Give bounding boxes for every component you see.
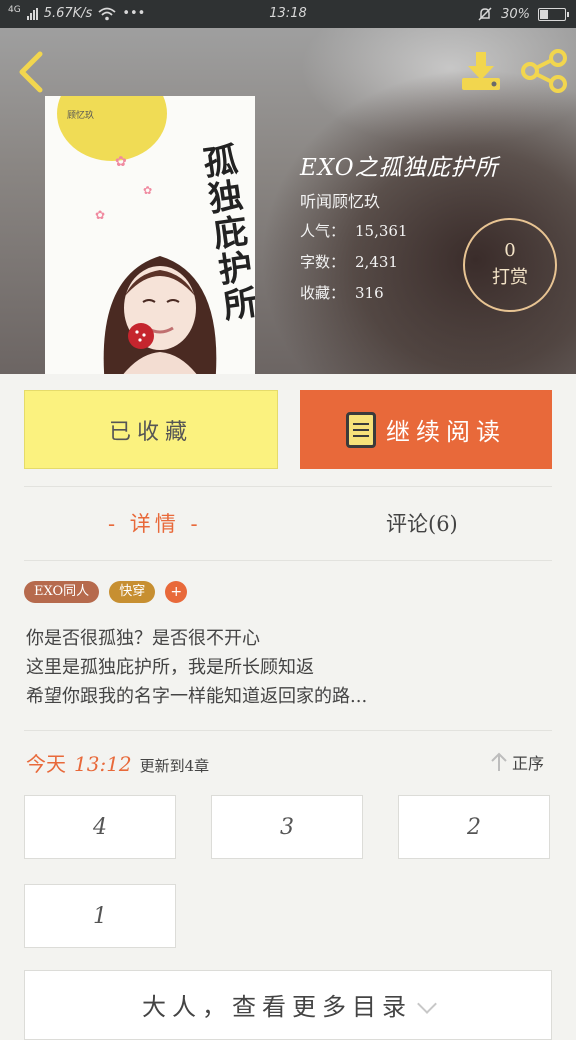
collected-button[interactable]: 已收藏	[24, 390, 278, 469]
favorites-row: 收藏： 316	[300, 282, 384, 303]
favorites-value: 316	[355, 284, 384, 302]
word-count-label: 字数：	[300, 253, 346, 271]
cover-moon	[57, 96, 167, 161]
chapter-item[interactable]: 4	[24, 795, 176, 859]
popularity-label: 人气：	[300, 222, 346, 240]
tag-item[interactable]: 快穿	[109, 581, 156, 603]
divider	[24, 486, 552, 487]
description-line: 这里是孤独庇护所，我是所长顾知返	[26, 657, 314, 678]
more-chapters-button[interactable]: 大人，查看更多目录	[24, 970, 552, 1040]
reward-button[interactable]: 0 打赏	[463, 218, 557, 312]
cover-author: 顾忆玖	[67, 111, 95, 121]
favorites-label: 收藏：	[300, 284, 346, 302]
arrow-up-icon	[491, 752, 507, 771]
divider	[24, 560, 552, 561]
popularity-value: 15,361	[355, 222, 408, 240]
book-author: 听闻顾忆玖	[300, 192, 381, 211]
status-right: 30%	[477, 6, 569, 22]
update-day: 今天	[26, 752, 66, 776]
chapter-item[interactable]: 1	[24, 884, 176, 948]
book-header: 顾忆玖 ✿ ✿ ✿ 孤独庇护所 EXO之孤独庇护所 听闻顾忆玖 人气： 15,36…	[0, 28, 576, 374]
sort-label: 正序	[512, 754, 545, 773]
book-icon	[346, 411, 376, 448]
flower-icon: ✿	[95, 208, 106, 222]
book-description: 你是否很孤独？是否很不开心 这里是孤独庇护所，我是所长顾知返 希望你跟我的名字一…	[26, 624, 556, 711]
book-cover: 顾忆玖 ✿ ✿ ✿ 孤独庇护所	[45, 96, 255, 374]
tag-list: EXO同人 快穿 +	[24, 581, 188, 603]
description-line: 你是否很孤独？是否很不开心	[26, 628, 260, 649]
update-time: 13:12	[74, 752, 132, 776]
tab-comments[interactable]: 评论(6)	[386, 508, 458, 538]
word-count-row: 字数： 2,431	[300, 251, 398, 272]
battery-icon	[538, 7, 569, 21]
mute-bell-icon	[478, 7, 492, 21]
battery-percent: 30%	[501, 6, 530, 22]
continue-reading-button[interactable]: 继续阅读	[300, 390, 552, 469]
flower-icon: ✿	[143, 184, 153, 197]
continue-reading-label: 继续阅读	[386, 418, 506, 446]
book-title: EXO之孤独庇护所	[300, 155, 499, 181]
download-icon[interactable]	[458, 48, 504, 94]
description-line: 希望你跟我的名字一样能知道返回家的路...	[26, 686, 368, 707]
flower-icon: ✿	[115, 154, 127, 170]
divider	[24, 730, 552, 731]
chapter-item[interactable]: 3	[211, 795, 363, 859]
cover-portrait	[103, 256, 217, 374]
sort-button[interactable]: 正序	[490, 750, 544, 774]
tag-item[interactable]: EXO同人	[24, 581, 100, 603]
update-note: 更新到4章	[139, 757, 210, 775]
reward-count: 0	[504, 240, 516, 261]
reward-label: 打赏	[492, 267, 528, 288]
chapter-item[interactable]: 2	[398, 795, 550, 859]
collected-label: 已收藏	[108, 419, 193, 445]
word-count-value: 2,431	[355, 253, 398, 271]
add-tag-button[interactable]: +	[165, 581, 188, 603]
back-icon[interactable]	[12, 50, 52, 94]
status-bar: 4G 5.67K/s ••• 13:18 30%	[0, 0, 576, 28]
share-icon[interactable]	[520, 48, 568, 94]
chevron-down-icon	[417, 994, 437, 1014]
popularity-row: 人气： 15,361	[300, 220, 408, 241]
tab-details[interactable]: - 详情 -	[108, 508, 202, 538]
more-chapters-label: 大人，查看更多目录	[142, 993, 412, 1021]
update-info: 今天 13:12 更新到4章	[26, 748, 209, 777]
